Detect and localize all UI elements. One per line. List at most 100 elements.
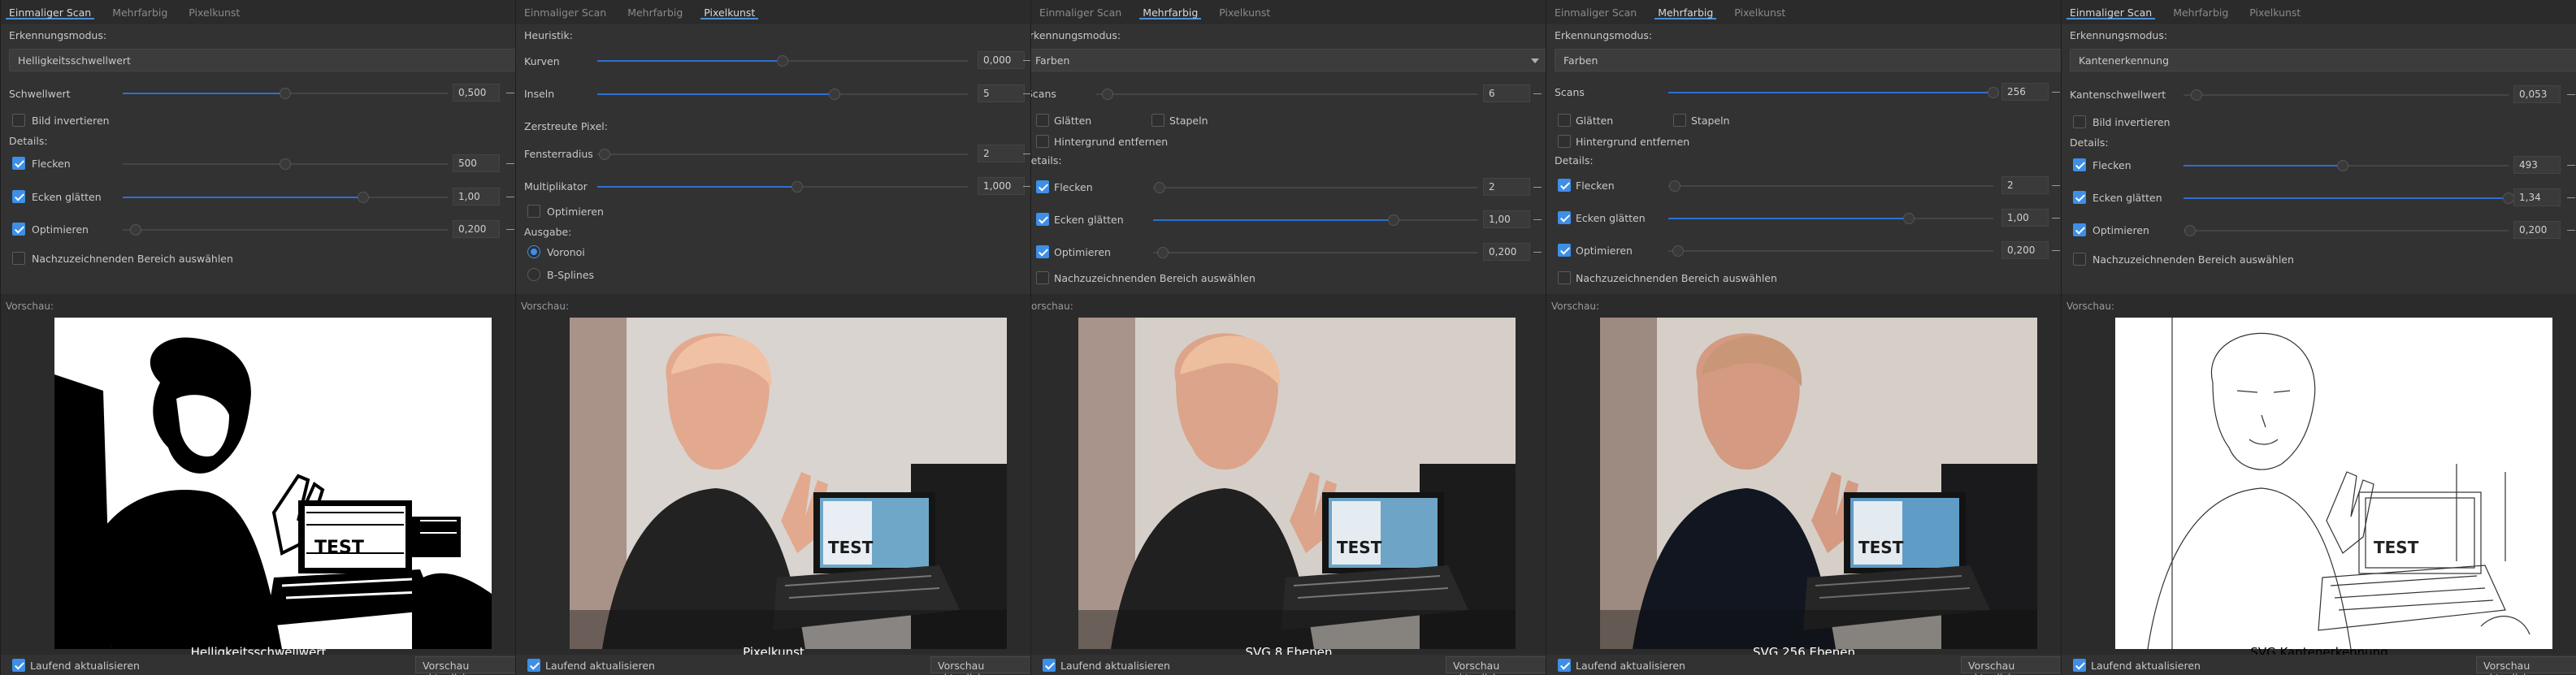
refresh-preview-button[interactable]: Vorschau aktualisieren	[1446, 656, 1546, 675]
minus-icon[interactable]	[1533, 219, 1542, 220]
optimize-spin[interactable]: 0,200	[453, 220, 500, 238]
detection-mode-select[interactable]: Kantenerkennung	[2070, 49, 2576, 71]
window-radius-slider[interactable]	[597, 149, 968, 160]
window-radius-spin[interactable]: 2	[978, 145, 1025, 162]
detection-mode-select[interactable]: Farben	[1555, 49, 2061, 71]
live-update-checkbox[interactable]	[1558, 659, 1571, 672]
bsplines-radio[interactable]	[527, 268, 540, 281]
minus-icon[interactable]	[2052, 250, 2060, 251]
remove-background-checkbox[interactable]	[1036, 135, 1049, 148]
optimize-spin[interactable]: 0,200	[2001, 241, 2049, 259]
tab-pixel-art[interactable]: Pixelkunst	[2246, 2, 2304, 19]
tab-pixel-art[interactable]: Pixelkunst	[700, 2, 759, 19]
select-area-checkbox[interactable]	[12, 252, 25, 265]
smooth-corners-spin[interactable]: 1,00	[453, 188, 500, 206]
tab-single-scan[interactable]: Einmaliger Scan	[6, 2, 95, 19]
smooth-checkbox[interactable]	[1036, 114, 1049, 127]
scans-slider[interactable]	[1096, 89, 1478, 100]
speckles-checkbox[interactable]	[1558, 179, 1571, 192]
smooth-corners-checkbox[interactable]	[12, 190, 25, 203]
minus-icon[interactable]	[1023, 186, 1030, 187]
tab-multicolor[interactable]: Mehrfarbig	[1654, 2, 1717, 19]
invert-image-checkbox[interactable]	[12, 114, 25, 127]
threshold-spin[interactable]: 0,500	[453, 84, 500, 102]
voronoi-radio[interactable]	[527, 245, 540, 258]
optimize-spin[interactable]: 0,200	[2513, 221, 2561, 239]
minus-icon[interactable]	[2567, 197, 2575, 198]
tab-single-scan[interactable]: Einmaliger Scan	[1036, 2, 1125, 19]
multiplier-slider[interactable]	[597, 181, 968, 193]
speckles-checkbox[interactable]	[1036, 180, 1049, 193]
optimize-checkbox[interactable]	[1558, 244, 1571, 257]
tab-multicolor[interactable]: Mehrfarbig	[1139, 2, 1202, 19]
invert-image-checkbox[interactable]	[2073, 115, 2086, 128]
tab-pixel-art[interactable]: Pixelkunst	[1731, 2, 1789, 19]
smooth-corners-spin[interactable]: 1,34	[2513, 188, 2561, 206]
stack-checkbox[interactable]	[1673, 114, 1686, 127]
minus-icon[interactable]	[1533, 187, 1542, 188]
optimize-slider[interactable]	[1153, 247, 1478, 258]
refresh-preview-button[interactable]: Vorschau aktualisieren	[2476, 656, 2576, 675]
speckles-spin[interactable]: 493	[2513, 156, 2561, 174]
minus-icon[interactable]	[2567, 165, 2575, 166]
tab-pixel-art[interactable]: Pixelkunst	[185, 2, 243, 19]
remove-background-checkbox[interactable]	[1558, 135, 1571, 148]
speckles-slider[interactable]	[1668, 180, 1993, 192]
refresh-preview-button[interactable]: Vorschau aktualisieren	[415, 656, 515, 675]
threshold-slider[interactable]	[123, 88, 448, 99]
tab-single-scan[interactable]: Einmaliger Scan	[1551, 2, 1640, 19]
live-update-checkbox[interactable]	[1043, 659, 1056, 672]
minus-icon[interactable]	[2052, 185, 2060, 186]
smooth-checkbox[interactable]	[1558, 114, 1571, 127]
optimize-checkbox[interactable]	[527, 205, 540, 218]
optimize-slider[interactable]	[1668, 245, 1993, 257]
minus-icon[interactable]	[1023, 60, 1030, 61]
curves-slider[interactable]	[597, 55, 968, 67]
multiplier-spin[interactable]: 1,000	[978, 177, 1025, 195]
speckles-checkbox[interactable]	[12, 157, 25, 170]
minus-icon[interactable]	[1533, 252, 1542, 253]
optimize-checkbox[interactable]	[12, 223, 25, 236]
minus-icon[interactable]	[1023, 93, 1030, 94]
tab-pixel-art[interactable]: Pixelkunst	[1216, 2, 1273, 19]
live-update-checkbox[interactable]	[12, 659, 25, 672]
detection-mode-select[interactable]: Farben	[1031, 49, 1546, 71]
islands-slider[interactable]	[597, 89, 968, 100]
speckles-slider[interactable]	[1153, 182, 1478, 193]
smooth-corners-checkbox[interactable]	[1558, 211, 1571, 224]
islands-spin[interactable]: 5	[978, 84, 1025, 102]
select-area-checkbox[interactable]	[1558, 271, 1571, 284]
select-area-checkbox[interactable]	[1036, 271, 1049, 284]
smooth-corners-spin[interactable]: 1,00	[2001, 209, 2049, 227]
tab-multicolor[interactable]: Mehrfarbig	[109, 2, 171, 19]
minus-icon[interactable]	[506, 229, 514, 230]
optimize-slider[interactable]	[2184, 225, 2509, 236]
minus-icon[interactable]	[2567, 94, 2575, 95]
minus-icon[interactable]	[2052, 218, 2060, 219]
smooth-corners-checkbox[interactable]	[2073, 191, 2086, 204]
speckles-spin[interactable]: 2	[1483, 178, 1530, 196]
smooth-corners-slider[interactable]	[123, 192, 448, 203]
tab-single-scan[interactable]: Einmaliger Scan	[2066, 2, 2156, 19]
refresh-preview-button[interactable]: Vorschau aktualisieren	[930, 656, 1030, 675]
speckles-spin[interactable]: 500	[453, 154, 500, 172]
tab-multicolor[interactable]: Mehrfarbig	[2170, 2, 2231, 19]
minus-icon[interactable]	[506, 163, 514, 164]
select-area-checkbox[interactable]	[2073, 253, 2086, 266]
stack-checkbox[interactable]	[1151, 114, 1164, 127]
optimize-slider[interactable]	[123, 224, 448, 236]
edge-threshold-slider[interactable]	[2184, 89, 2509, 101]
minus-icon[interactable]	[2567, 230, 2575, 231]
scans-spin[interactable]: 256	[2001, 83, 2049, 101]
speckles-checkbox[interactable]	[2073, 158, 2086, 171]
detection-mode-select[interactable]: Helligkeitsschwellwert	[9, 49, 515, 71]
scans-spin[interactable]: 6	[1483, 84, 1530, 102]
speckles-slider[interactable]	[123, 158, 448, 170]
smooth-corners-slider[interactable]	[1668, 213, 1993, 224]
minus-icon[interactable]	[2052, 92, 2060, 93]
speckles-spin[interactable]: 2	[2001, 176, 2049, 194]
live-update-checkbox[interactable]	[2073, 659, 2086, 672]
minus-icon[interactable]	[1533, 93, 1542, 94]
smooth-corners-slider[interactable]	[2184, 193, 2514, 204]
refresh-preview-button[interactable]: Vorschau aktualisieren	[1961, 656, 2061, 675]
